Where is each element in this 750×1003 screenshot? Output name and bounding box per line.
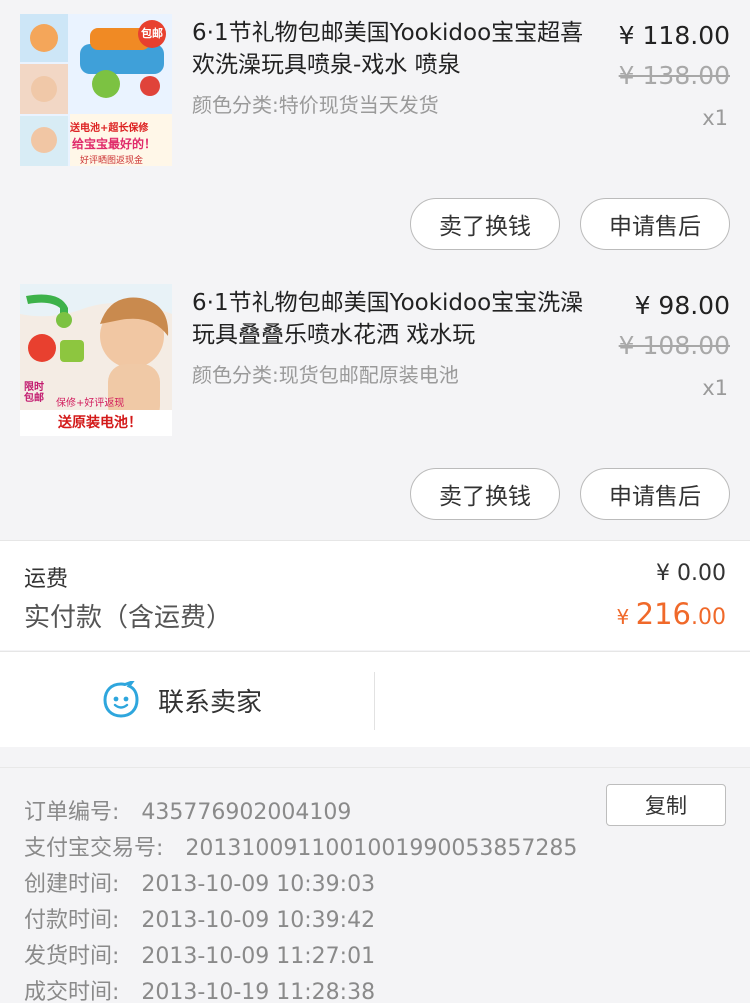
product-original-price: ¥ 138.00 — [618, 61, 730, 90]
info-key: 订单编号: — [24, 800, 120, 825]
paid-currency: ¥ — [616, 605, 636, 629]
product-quantity: x1 — [702, 106, 728, 130]
product-title[interactable]: 6·1节礼物包邮美国Yookidoo宝宝洗澡玩具叠叠乐喷水花洒 戏水玩 — [192, 287, 592, 351]
product-quantity: x1 — [702, 376, 728, 400]
chat-face-icon — [102, 678, 140, 719]
thumb-caption: 送电池+超长保修 — [70, 123, 149, 134]
thumb-caption: 保修+好评返现 — [56, 398, 125, 409]
shipping-label: 运费 — [24, 567, 69, 592]
info-key: 成交时间: — [24, 980, 120, 1003]
product-sku: 颜色分类:特价现货当天发货 — [192, 93, 439, 117]
thumb-caption: 给宝宝最好的！ — [72, 137, 157, 151]
sell-button[interactable]: 卖了换钱 — [410, 198, 560, 250]
product-price: ¥ 98.00 — [634, 291, 730, 320]
info-key: 发货时间: — [24, 944, 120, 969]
alipay-trade-row: 支付宝交易号: 2013100911001001990053857285 — [24, 830, 577, 862]
paid-decimal: .00 — [691, 605, 726, 630]
product-price: ¥ 118.00 — [618, 21, 730, 50]
order-number: 435776902004109 — [141, 800, 352, 825]
info-key: 支付宝交易号: — [24, 836, 164, 861]
after-sale-button[interactable]: 申请售后 — [580, 198, 730, 250]
product-sku: 颜色分类:现货包邮配原装电池 — [192, 363, 459, 387]
thumb-badge: 包邮 — [141, 27, 163, 40]
sell-button[interactable]: 卖了换钱 — [410, 468, 560, 520]
after-sale-button[interactable]: 申请售后 — [580, 468, 730, 520]
shipped-time-row: 发货时间: 2013-10-09 11:27:01 — [24, 938, 375, 970]
product-thumbnail[interactable]: 限时包邮 保修+好评返现 送原装电池！ — [20, 284, 172, 436]
info-key: 付款时间: — [24, 908, 120, 933]
order-number-row: 订单编号: 435776902004109 — [24, 794, 351, 826]
thumb-caption: 好评晒图返现金 — [80, 156, 144, 166]
completed-time-row: 成交时间: 2013-10-19 11:28:38 — [24, 974, 375, 1003]
product-title[interactable]: 6·1节礼物包邮美国Yookidoo宝宝超喜欢洗澡玩具喷泉-戏水 喷泉 — [192, 17, 592, 81]
order-totals: 运费 ¥ 0.00 实付款（含运费） ¥ 216.00 — [0, 540, 750, 650]
completed-time: 2013-10-19 11:28:38 — [141, 980, 376, 1003]
contact-bar: 联系卖家 — [0, 651, 750, 747]
shipped-time: 2013-10-09 11:27:01 — [141, 944, 376, 969]
divider — [374, 672, 375, 730]
contact-seller-button[interactable]: 联系卖家 — [0, 652, 374, 748]
order-item-2[interactable]: 限时包邮 保修+好评返现 送原装电池！ 6·1节礼物包邮美国Yookidoo宝宝… — [0, 270, 750, 535]
order-item-1[interactable]: 包邮 送电池+超长保修 给宝宝最好的！ 好评晒图返现金 6·1节礼物包邮美国Yo… — [0, 0, 750, 265]
copy-button[interactable]: 复制 — [606, 784, 726, 826]
thumb-badge: 限时包邮 — [24, 382, 44, 404]
alipay-trade-number: 2013100911001001990053857285 — [185, 836, 578, 861]
product-thumbnail[interactable]: 包邮 送电池+超长保修 给宝宝最好的！ 好评晒图返现金 — [20, 14, 172, 166]
paid-time: 2013-10-09 10:39:42 — [141, 908, 376, 933]
order-info: 复制 订单编号: 435776902004109 支付宝交易号: 201310091… — [0, 767, 750, 1003]
info-key: 创建时间: — [24, 872, 120, 897]
product-original-price: ¥ 108.00 — [618, 331, 730, 360]
paid-integer: 216 — [635, 597, 691, 631]
paid-label: 实付款（含运费） — [24, 603, 233, 633]
paid-amount: ¥ 216.00 — [617, 597, 726, 631]
thumb-caption: 送原装电池！ — [58, 415, 142, 431]
paid-time-row: 付款时间: 2013-10-09 10:39:42 — [24, 902, 375, 934]
created-time-row: 创建时间: 2013-10-09 10:39:03 — [24, 866, 375, 898]
shipping-value: ¥ 0.00 — [656, 561, 726, 586]
created-time: 2013-10-09 10:39:03 — [141, 872, 376, 897]
contact-seller-label: 联系卖家 — [158, 688, 263, 718]
